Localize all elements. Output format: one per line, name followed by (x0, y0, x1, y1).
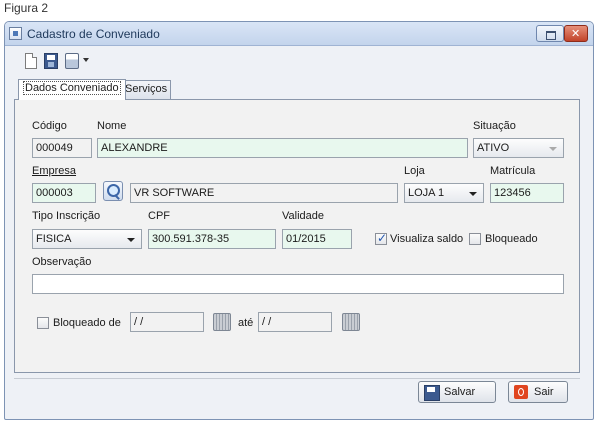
chevron-down-icon (469, 192, 477, 196)
codigo-label: Código (32, 120, 67, 132)
situacao-label: Situação (473, 120, 516, 132)
matricula-field[interactable]: 123456 (490, 183, 564, 203)
empresa-label: Empresa (32, 165, 77, 177)
tipo-inscricao-select[interactable]: FISICA (32, 229, 142, 249)
sair-button[interactable]: Sair (508, 381, 568, 403)
search-empresa-button[interactable] (103, 181, 123, 201)
bloqueado-from-field[interactable]: / / (130, 312, 204, 332)
observacao-field[interactable] (32, 274, 564, 294)
chevron-down-icon (549, 147, 557, 151)
tipo-inscricao-label: Tipo Inscrição (32, 210, 101, 222)
bloqueado-de-label: Bloqueado de (53, 317, 121, 329)
bloqueado-checkbox[interactable] (469, 233, 481, 245)
tab-servicos[interactable]: Serviços (120, 80, 171, 99)
empresa-code-field[interactable]: 000003 (32, 183, 96, 203)
codigo-field[interactable]: 000049 (32, 138, 92, 158)
loja-select[interactable]: LOJA 1 (404, 183, 484, 203)
title-bar[interactable]: Cadastro de Conveniado (5, 22, 593, 46)
new-document-icon[interactable] (25, 53, 37, 69)
empresa-name-field: VR SOFTWARE (130, 183, 398, 203)
calendar-icon[interactable] (213, 313, 231, 331)
close-button[interactable] (564, 25, 588, 42)
window-title: Cadastro de Conveniado (27, 27, 160, 41)
bloqueado-to-field[interactable]: / / (258, 312, 332, 332)
restore-button[interactable] (536, 25, 564, 42)
exit-icon (514, 385, 528, 399)
bloqueado-label: Bloqueado (485, 233, 538, 245)
cpf-label: CPF (148, 210, 170, 222)
validade-field[interactable]: 01/2015 (282, 229, 352, 249)
save-icon[interactable] (44, 53, 58, 69)
ate-label: até (238, 317, 254, 329)
print-dropdown-icon[interactable] (83, 58, 89, 62)
nome-label: Nome (97, 120, 127, 132)
visualiza-saldo-label: Visualiza saldo (390, 233, 464, 245)
loja-label: Loja (404, 165, 425, 177)
tab-dados-conveniado[interactable]: Dados Conveniado (18, 79, 126, 100)
situacao-select[interactable]: ATIVO (473, 138, 564, 158)
validade-label: Validade (282, 210, 324, 222)
save-icon (424, 385, 440, 401)
matricula-label: Matrícula (490, 165, 536, 177)
visualiza-saldo-checkbox[interactable] (375, 231, 387, 245)
calendar-icon[interactable] (342, 313, 360, 331)
bloqueado-de-checkbox[interactable] (37, 317, 49, 329)
print-icon[interactable] (65, 53, 79, 69)
app-icon (9, 27, 22, 40)
salvar-button[interactable]: Salvar (418, 381, 496, 403)
chevron-down-icon (127, 238, 135, 242)
observacao-label: Observação (32, 256, 92, 268)
nome-field[interactable]: ALEXANDRE (97, 138, 468, 158)
figure-caption: Figura 2 (4, 1, 49, 15)
cpf-field[interactable]: 300.591.378-35 (148, 229, 276, 249)
